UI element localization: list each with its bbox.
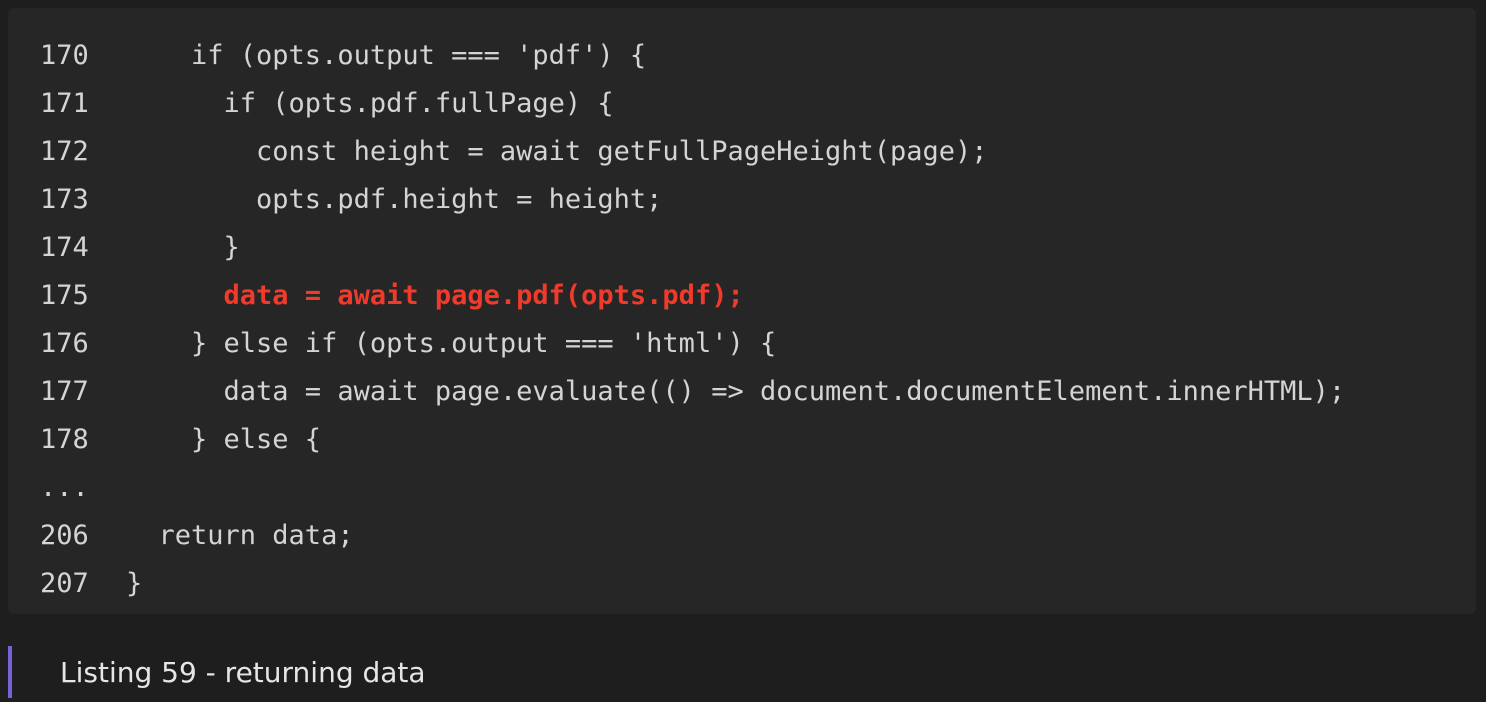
code-line: 172 const height = await getFullPageHeig… bbox=[8, 128, 1476, 176]
line-code: const height = await getFullPageHeight(p… bbox=[126, 136, 988, 167]
line-number: 174 bbox=[40, 232, 89, 263]
line-code: if (opts.pdf.fullPage) { bbox=[126, 88, 614, 119]
line-number: 207 bbox=[40, 568, 89, 599]
line-code: data = await page.evaluate(() => documen… bbox=[126, 376, 1346, 407]
line-code: opts.pdf.height = height; bbox=[126, 184, 663, 215]
line-code: } else if (opts.output === 'html') { bbox=[126, 328, 777, 359]
code-line-ellipsis: ... bbox=[8, 464, 1476, 512]
code-line: 178 } else { bbox=[8, 416, 1476, 464]
line-code-highlighted: data = await page.pdf(opts.pdf); bbox=[126, 280, 744, 311]
code-line: 176 } else if (opts.output === 'html') { bbox=[8, 320, 1476, 368]
line-number: 171 bbox=[40, 88, 89, 119]
code-line: 206 return data; bbox=[8, 512, 1476, 560]
code-line-highlighted: 175 data = await page.pdf(opts.pdf); bbox=[8, 272, 1476, 320]
line-code: if (opts.output === 'pdf') { bbox=[126, 40, 647, 71]
line-number: 172 bbox=[40, 136, 89, 167]
code-line: 170 if (opts.output === 'pdf') { bbox=[8, 32, 1476, 80]
code-line: 171 if (opts.pdf.fullPage) { bbox=[8, 80, 1476, 128]
code-line: 174 } bbox=[8, 224, 1476, 272]
line-number: 176 bbox=[40, 328, 89, 359]
line-number: 178 bbox=[40, 424, 89, 455]
caption-text: Listing 59 - returning data bbox=[60, 655, 426, 689]
line-number: 206 bbox=[40, 520, 89, 551]
listing-caption: Listing 59 - returning data bbox=[8, 646, 426, 698]
line-code: } bbox=[126, 568, 143, 599]
line-number: 175 bbox=[40, 280, 89, 311]
code-block: 170 if (opts.output === 'pdf') { 171 if … bbox=[8, 8, 1476, 614]
line-code: return data; bbox=[126, 520, 354, 551]
code-line: 173 opts.pdf.height = height; bbox=[8, 176, 1476, 224]
line-code: } bbox=[126, 232, 240, 263]
line-code: } else { bbox=[126, 424, 322, 455]
ellipsis: ... bbox=[40, 472, 89, 503]
line-number: 177 bbox=[40, 376, 89, 407]
code-line: 207 } bbox=[8, 560, 1476, 608]
code-lines: 170 if (opts.output === 'pdf') { 171 if … bbox=[8, 32, 1476, 608]
line-number: 173 bbox=[40, 184, 89, 215]
code-line: 177 data = await page.evaluate(() => doc… bbox=[8, 368, 1476, 416]
line-number: 170 bbox=[40, 40, 89, 71]
